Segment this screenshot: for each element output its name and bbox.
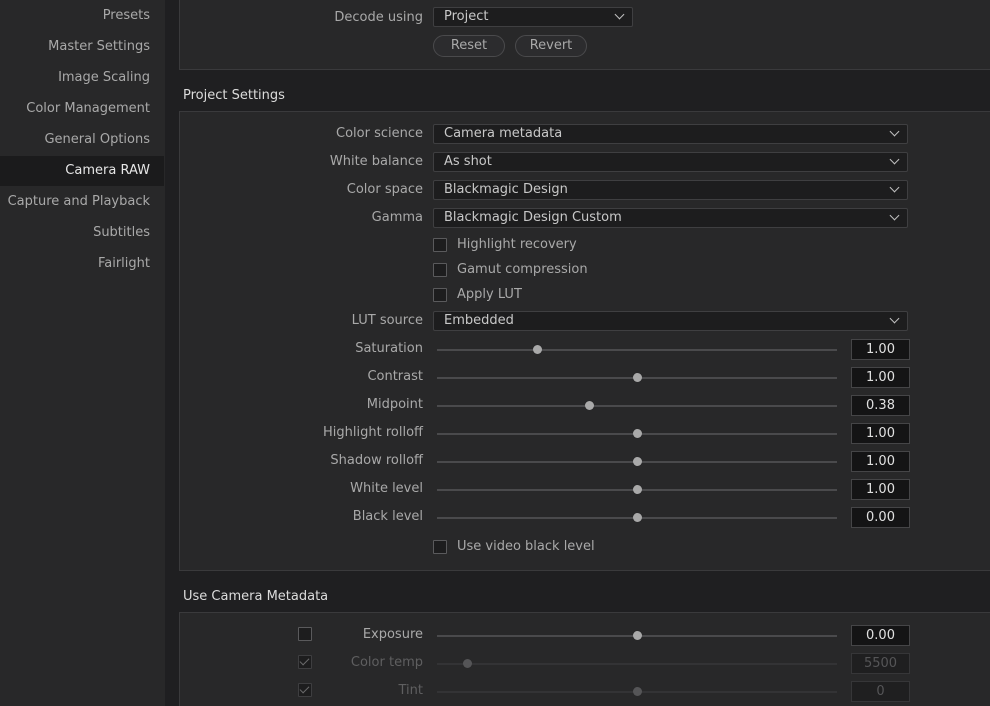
chevron-down-icon [889, 154, 900, 165]
color-temp-slider[interactable] [437, 659, 837, 668]
decode-using-label: Decode using [334, 10, 423, 25]
exposure-label: Exposure [362, 627, 423, 642]
white-level-value-field[interactable]: 1.00 [851, 479, 910, 500]
sidebar-item-color-management[interactable]: Color Management [0, 94, 164, 124]
white-level-slider-thumb[interactable] [633, 485, 642, 494]
contrast-label: Contrast [367, 369, 423, 384]
tint-slider[interactable] [437, 687, 837, 696]
highlight-rolloff-slider[interactable] [437, 429, 837, 438]
sidebar-item-image-scaling[interactable]: Image Scaling [0, 63, 164, 93]
white-level-label: White level [350, 481, 423, 496]
exposure-value-field[interactable]: 0.00 [851, 625, 910, 646]
apply-lut-label: Apply LUT [457, 287, 522, 302]
lut-source-label: LUT source [351, 313, 423, 328]
contrast-value-field[interactable]: 1.00 [851, 367, 910, 388]
shadow-rolloff-slider-thumb[interactable] [633, 457, 642, 466]
gamma-dropdown[interactable]: Blackmagic Design Custom [433, 208, 908, 228]
camera-metadata-title: Use Camera Metadata [183, 589, 329, 604]
saturation-value-field[interactable]: 1.00 [851, 339, 910, 360]
white-balance-dropdown[interactable]: As shot [433, 152, 908, 172]
color-science-label: Color science [336, 126, 423, 141]
chevron-down-icon [889, 126, 900, 137]
midpoint-label: Midpoint [366, 397, 423, 412]
sidebar-gap [165, 0, 179, 706]
lut-source-dropdown[interactable]: Embedded [433, 311, 908, 331]
sidebar-item-master-settings[interactable]: Master Settings [0, 32, 164, 62]
sidebar-item-presets[interactable]: Presets [0, 1, 164, 31]
video-black-level-checkbox[interactable] [433, 540, 447, 554]
highlight-rolloff-label: Highlight rolloff [323, 425, 423, 440]
apply-lut-checkbox[interactable] [433, 288, 447, 302]
chevron-down-icon [889, 313, 900, 324]
highlight-rolloff-slider-thumb[interactable] [633, 429, 642, 438]
color-temp-value-field[interactable]: 5500 [851, 653, 910, 674]
white-balance-value: As shot [444, 154, 492, 169]
saturation-slider-thumb[interactable] [533, 345, 542, 354]
chevron-down-icon [614, 9, 625, 20]
color-science-value: Camera metadata [444, 126, 563, 141]
contrast-slider-thumb[interactable] [633, 373, 642, 382]
midpoint-value-field[interactable]: 0.38 [851, 395, 910, 416]
project-settings-title: Project Settings [183, 88, 285, 103]
color-space-value: Blackmagic Design [444, 182, 568, 197]
shadow-rolloff-label: Shadow rolloff [330, 453, 423, 468]
gamma-value: Blackmagic Design Custom [444, 210, 622, 225]
midpoint-slider-thumb[interactable] [585, 401, 594, 410]
tint-label: Tint [398, 683, 424, 698]
black-level-label: Black level [352, 509, 423, 524]
tint-value-field[interactable]: 0 [851, 681, 910, 702]
black-level-slider-thumb[interactable] [633, 513, 642, 522]
color-space-label: Color space [346, 182, 423, 197]
decode-using-value: Project [444, 9, 489, 24]
sidebar-item-subtitles[interactable]: Subtitles [0, 218, 164, 248]
black-level-value-field[interactable]: 0.00 [851, 507, 910, 528]
exposure-slider[interactable] [437, 631, 837, 640]
decode-using-dropdown[interactable]: Project [433, 7, 633, 27]
chevron-down-icon [889, 210, 900, 221]
sidebar-item-camera-raw[interactable]: Camera RAW [0, 156, 164, 186]
shadow-rolloff-value-field[interactable]: 1.00 [851, 451, 910, 472]
chevron-down-icon [889, 182, 900, 193]
color-science-dropdown[interactable]: Camera metadata [433, 124, 908, 144]
sidebar-item-capture-and-playback[interactable]: Capture and Playback [0, 187, 164, 217]
black-level-slider[interactable] [437, 513, 837, 522]
saturation-slider[interactable] [437, 345, 837, 354]
midpoint-slider[interactable] [437, 401, 837, 410]
sidebar-item-fairlight[interactable]: Fairlight [0, 249, 164, 279]
sidebar: Presets Master Settings Image Scaling Co… [0, 0, 165, 706]
shadow-rolloff-slider[interactable] [437, 457, 837, 466]
saturation-label: Saturation [355, 341, 423, 356]
contrast-slider[interactable] [437, 373, 837, 382]
highlight-rolloff-value-field[interactable]: 1.00 [851, 423, 910, 444]
reset-button[interactable]: Reset [433, 35, 505, 57]
exposure-slider-thumb[interactable] [633, 631, 642, 640]
highlight-recovery-label: Highlight recovery [457, 237, 577, 252]
gamut-compression-label: Gamut compression [457, 262, 588, 277]
lut-source-value: Embedded [444, 313, 514, 328]
video-black-level-label: Use video black level [457, 539, 595, 554]
gamma-label: Gamma [371, 210, 423, 225]
white-level-slider[interactable] [437, 485, 837, 494]
tint-slider-thumb[interactable] [633, 687, 642, 696]
highlight-recovery-checkbox[interactable] [433, 238, 447, 252]
color-temp-label: Color temp [350, 655, 423, 670]
gamut-compression-checkbox[interactable] [433, 263, 447, 277]
sidebar-item-general-options[interactable]: General Options [0, 125, 164, 155]
revert-button[interactable]: Revert [515, 35, 587, 57]
color-space-dropdown[interactable]: Blackmagic Design [433, 180, 908, 200]
white-balance-label: White balance [329, 154, 423, 169]
color-temp-slider-thumb[interactable] [463, 659, 472, 668]
